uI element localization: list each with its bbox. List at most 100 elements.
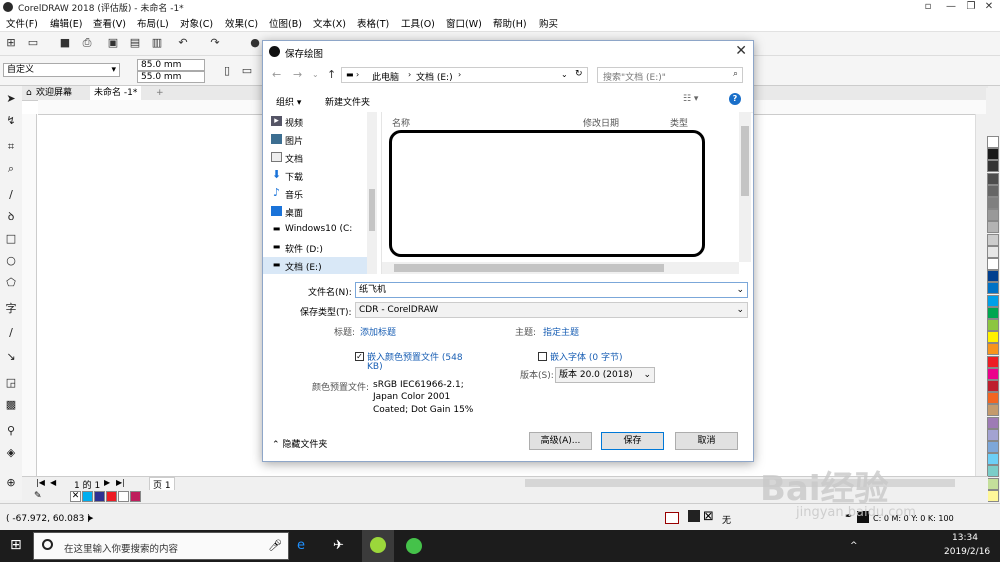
document-palette-swatch[interactable]	[106, 491, 117, 502]
close-window-button[interactable]: ✕	[978, 0, 1000, 14]
page-height-field[interactable]: 55.0 mm	[137, 71, 205, 83]
dialog-close-button[interactable]: ✕	[735, 43, 747, 59]
organize-button[interactable]: 组织 ▾	[276, 95, 301, 108]
menu-edit[interactable]: 编辑(E)	[50, 16, 82, 30]
microphone-icon[interactable]: 🎤︎	[268, 539, 282, 552]
address-bar[interactable]: ▬ › 此电脑 › 文档 (E:) › ⌄ ↻	[341, 67, 588, 83]
breadcrumb-drive-e[interactable]: 文档 (E:)	[416, 70, 453, 83]
palette-swatch[interactable]	[987, 380, 999, 392]
menu-text[interactable]: 文本(X)	[313, 16, 346, 30]
palette-swatch[interactable]	[987, 160, 999, 173]
taskbar-search[interactable]: 在这里输入你要搜索的内容 🎤︎	[33, 532, 289, 560]
menu-object[interactable]: 对象(C)	[180, 16, 213, 30]
palette-swatch[interactable]	[987, 441, 999, 453]
palette-swatch[interactable]	[987, 404, 999, 417]
document-palette-swatch[interactable]	[94, 491, 105, 502]
palette-swatch[interactable]	[987, 221, 999, 234]
refresh-icon[interactable]: ↻	[575, 69, 583, 79]
rectangle-tool-icon[interactable]: □	[4, 232, 18, 246]
prev-page-icon[interactable]: ◀	[50, 478, 56, 487]
forward-arrow-icon[interactable]: →	[293, 68, 302, 81]
menu-buy[interactable]: 购买	[539, 16, 558, 30]
next-page-icon[interactable]: ▶	[104, 478, 110, 487]
fill-indicator-icon[interactable]	[665, 512, 679, 524]
embed-profile-checkbox[interactable]: ✓	[355, 352, 364, 361]
file-horizontal-scrollbar[interactable]	[382, 262, 739, 274]
palette-swatch[interactable]	[987, 270, 999, 283]
zoom-tool-icon[interactable]: ⌕	[4, 162, 18, 176]
palette-swatch[interactable]	[987, 294, 999, 307]
file-scrollbar-thumb[interactable]	[741, 126, 749, 196]
tab-document[interactable]: 未命名 -1*	[90, 86, 142, 100]
address-dropdown-icon[interactable]: ⌄	[561, 70, 568, 79]
help-window-icon[interactable]: ▫	[917, 0, 939, 14]
menu-effects[interactable]: 效果(C)	[225, 16, 258, 30]
palette-swatch[interactable]	[987, 392, 999, 405]
print-icon[interactable]: ⎙	[80, 36, 94, 50]
polygon-tool-icon[interactable]: ⬠	[4, 276, 18, 290]
corel-app-icon[interactable]: ●	[248, 36, 262, 50]
add-tags-link[interactable]: 添加标题	[360, 325, 396, 338]
palette-swatch[interactable]	[987, 343, 999, 356]
tray-up-icon[interactable]: ^	[850, 541, 858, 551]
palette-swatch[interactable]	[987, 282, 999, 295]
drop-shadow-tool-icon[interactable]: ◲	[4, 376, 18, 390]
undo-icon[interactable]: ↶	[176, 36, 190, 50]
last-page-icon[interactable]: ▶|	[116, 478, 125, 487]
breadcrumb-this-pc[interactable]: 此电脑	[372, 70, 399, 83]
palette-swatch[interactable]	[987, 258, 999, 270]
save-button[interactable]: 保存	[601, 432, 664, 450]
transparency-tool-icon[interactable]: ▩	[4, 398, 18, 412]
open-folder-icon[interactable]: ▭	[26, 36, 40, 50]
palette-swatch[interactable]	[987, 184, 999, 197]
nav-item-pictures[interactable]: 图片	[271, 134, 303, 147]
file-hscroll-thumb[interactable]	[394, 264, 664, 272]
nav-item-drive-c[interactable]: ▬ Windows10 (C:	[273, 224, 353, 234]
nav-item-music[interactable]: ♪ 音乐	[273, 187, 303, 201]
artistic-media-icon[interactable]: ꝺ	[4, 210, 18, 224]
palette-swatch[interactable]	[987, 355, 999, 368]
menu-table[interactable]: 表格(T)	[357, 16, 389, 30]
coreldraw-task-active[interactable]	[362, 530, 394, 562]
app-icon-4[interactable]	[406, 538, 422, 554]
app-icon-2[interactable]: ✈	[333, 538, 344, 553]
up-arrow-icon[interactable]: ↑	[327, 68, 336, 81]
column-name[interactable]: 名称	[392, 116, 410, 129]
dimension-tool-icon[interactable]: ∕	[4, 326, 18, 340]
menu-file[interactable]: 文件(F)	[6, 16, 38, 30]
view-options-icon[interactable]: ☷ ▾	[683, 94, 698, 104]
menu-tools[interactable]: 工具(O)	[401, 16, 435, 30]
palette-swatch[interactable]	[987, 233, 999, 246]
copy-icon[interactable]: ▤	[128, 36, 142, 50]
save-icon[interactable]: ■	[58, 36, 72, 50]
cancel-button[interactable]: 取消	[675, 432, 738, 450]
palette-swatch[interactable]	[987, 428, 999, 441]
crop-tool-icon[interactable]: ⌗	[4, 140, 18, 154]
ellipse-tool-icon[interactable]: ○	[4, 254, 18, 268]
menu-view[interactable]: 查看(V)	[93, 16, 126, 30]
page-width-field[interactable]: 85.0 mm	[137, 59, 205, 71]
first-page-icon[interactable]: |◀	[36, 478, 45, 487]
nav-scrollbar-thumb[interactable]	[369, 189, 375, 231]
nav-item-drive-e[interactable]: ▬ 文档 (E:)	[273, 260, 322, 273]
new-document-icon[interactable]: ⊞	[4, 36, 18, 50]
nav-item-documents[interactable]: 文档	[271, 152, 303, 165]
add-tab-icon[interactable]: +	[152, 86, 168, 100]
tab-welcome[interactable]: 欢迎屏幕	[32, 86, 76, 100]
palette-swatch[interactable]	[987, 416, 999, 429]
hide-folders-toggle[interactable]: ⌃ 隐藏文件夹	[272, 437, 327, 450]
advanced-button[interactable]: 高级(A)...	[529, 432, 592, 450]
paste-icon[interactable]: ▥	[150, 36, 164, 50]
cut-icon[interactable]: ▣	[106, 36, 120, 50]
specify-subject-link[interactable]: 指定主题	[543, 325, 579, 338]
no-color-swatch[interactable]: ✕	[70, 491, 81, 502]
palette-swatch[interactable]	[987, 136, 999, 148]
connector-tool-icon[interactable]: ↘	[4, 350, 18, 364]
recent-chevron-icon[interactable]: ⌄	[312, 70, 319, 79]
dialog-search-input[interactable]: 搜索"文档 (E:)" ⌕	[597, 67, 743, 83]
filename-input[interactable]: 纸飞机 ⌄	[355, 282, 748, 298]
add-tool-icon[interactable]: ⊕	[4, 476, 18, 490]
play-icon[interactable]: ▶	[88, 514, 93, 522]
new-folder-button[interactable]: 新建文件夹	[325, 95, 370, 108]
menu-bitmaps[interactable]: 位图(B)	[269, 16, 302, 30]
